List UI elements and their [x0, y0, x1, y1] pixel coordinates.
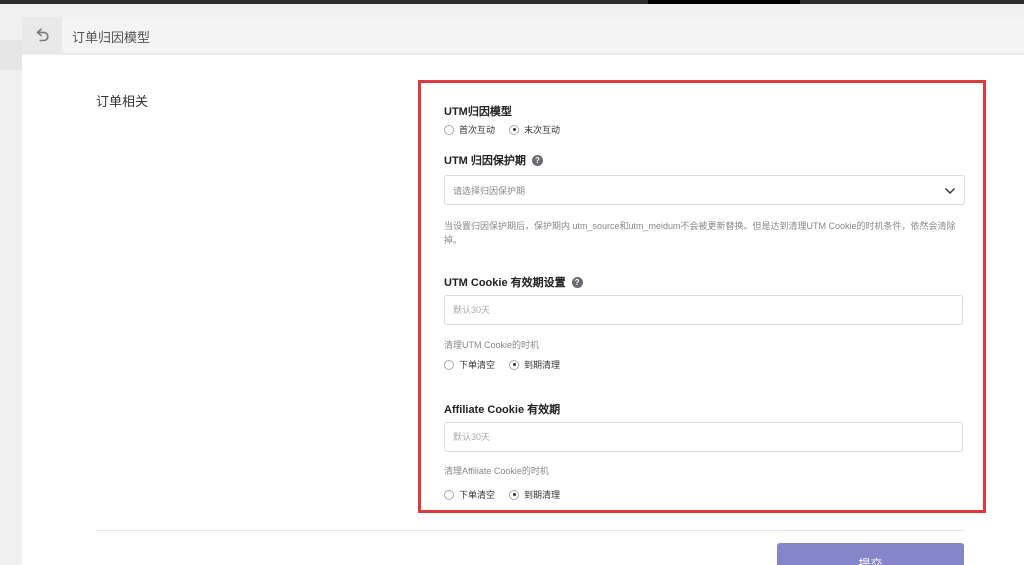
divider	[96, 530, 964, 531]
affiliate-cookie-title-text: Affiliate Cookie 有效期	[444, 404, 561, 416]
radio-label: 到期清理	[524, 360, 561, 370]
radio-circle	[444, 124, 454, 135]
affiliate-cookie-radio-group: 下单清空 到期清理	[444, 488, 574, 501]
radio-clear-on-order[interactable]: 下单清空	[444, 488, 495, 501]
utm-cookie-radio-group: 下单清空 到期清理	[444, 358, 574, 371]
utm-cookie-title: UTM Cookie 有效期设置 ?	[444, 274, 583, 290]
page-title: 订单归因模型	[72, 30, 151, 45]
radio-circle	[444, 489, 454, 500]
question-circle-icon[interactable]: ?	[571, 276, 583, 288]
undo-arrow-icon	[36, 27, 49, 41]
radio-label: 下单清空	[459, 490, 496, 500]
radio-last-touch[interactable]: 末次互动	[509, 123, 560, 136]
affiliate-cookie-input[interactable]	[444, 422, 963, 452]
radio-label: 到期清理	[524, 490, 561, 500]
page-header: 订单归因模型	[22, 17, 1024, 54]
utm-model-title: UTM归因模型	[444, 103, 512, 119]
protection-period-select[interactable]: 请选择归因保护期	[444, 175, 965, 205]
affiliate-cookie-clear-label: 清理Affiliate Cookie的时机	[444, 466, 549, 476]
radio-label: 首次互动	[459, 125, 496, 135]
radio-first-touch[interactable]: 首次互动	[444, 123, 495, 136]
affiliate-cookie-title: Affiliate Cookie 有效期	[444, 401, 560, 417]
radio-circle	[509, 124, 520, 135]
back-button[interactable]	[22, 17, 62, 54]
top-bar	[0, 0, 1024, 4]
section-label: 订单相关	[96, 94, 149, 109]
main-panel: 订单相关 UTM归因模型 首次互动 末次互动 UTM 归因保护期 ? 请选择归因…	[22, 55, 1024, 565]
radio-clear-on-expiry[interactable]: 到期清理	[509, 488, 560, 501]
radio-label: 下单清空	[459, 360, 496, 370]
utm-protection-title-text: UTM 归因保护期	[444, 155, 526, 167]
radio-label: 末次互动	[524, 125, 561, 135]
submit-button[interactable]: 提交	[777, 543, 964, 565]
question-circle-icon[interactable]: ?	[531, 154, 543, 166]
radio-circle	[444, 359, 454, 370]
utm-cookie-title-text: UTM Cookie 有效期设置	[444, 277, 566, 289]
utm-protection-title: UTM 归因保护期 ?	[444, 152, 543, 168]
chevron-down-icon	[945, 188, 955, 194]
protection-hint: 当设置归因保护期后，保护期内 utm_source和utm_meidum不会被更…	[444, 221, 956, 245]
top-bar-segment	[648, 0, 800, 4]
utm-model-title-text: UTM归因模型	[444, 106, 512, 118]
radio-clear-on-expiry[interactable]: 到期清理	[509, 358, 560, 371]
utm-cookie-input[interactable]	[444, 295, 963, 325]
select-placeholder: 请选择归因保护期	[453, 185, 526, 196]
radio-circle	[509, 489, 520, 500]
utm-cookie-clear-label: 清理UTM Cookie的时机	[444, 340, 540, 350]
left-strip	[0, 40, 22, 70]
utm-model-radio-group: 首次互动 末次互动	[444, 123, 574, 136]
radio-clear-on-order[interactable]: 下单清空	[444, 358, 495, 371]
radio-circle	[509, 359, 520, 370]
